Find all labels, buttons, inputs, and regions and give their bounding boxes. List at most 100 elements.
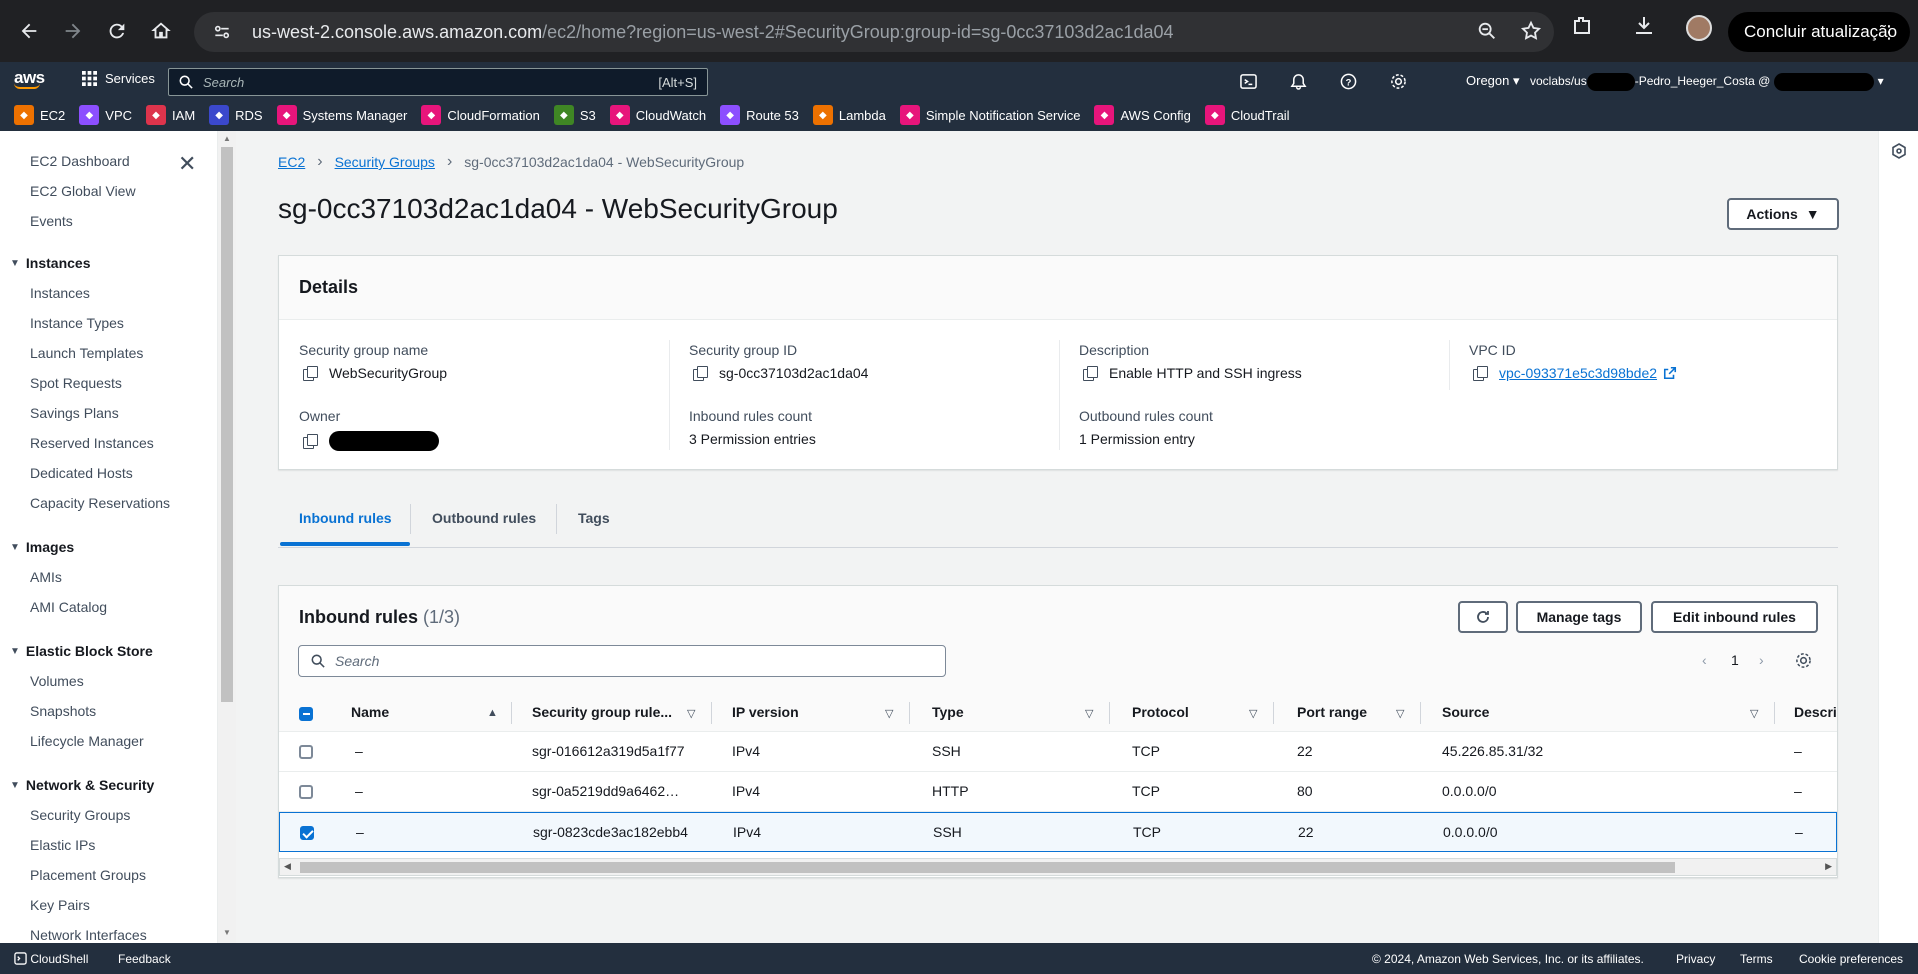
sidebar-item-dedicated-hosts[interactable]: Dedicated Hosts [30,465,133,481]
row-checkbox[interactable] [300,826,314,840]
sort-icon[interactable]: ▽ [885,707,893,720]
site-info-icon[interactable] [210,20,234,44]
favorite-s3[interactable]: ◆ S3 [553,105,596,125]
address-bar[interactable]: us-west-2.console.aws.amazon.com/ec2/hom… [194,12,1554,52]
favorite-route-53[interactable]: ◆ Route 53 [720,105,799,125]
sidebar-section-images[interactable]: ▼ Images [10,539,74,555]
bookmark-star-icon[interactable] [1520,20,1542,45]
sidebar-item-spot-requests[interactable]: Spot Requests [30,375,122,391]
profile-avatar[interactable] [1686,14,1712,41]
rules-search-input[interactable]: Search [298,645,946,677]
sort-icon[interactable]: ▽ [1249,707,1257,720]
sidebar-item-snapshots[interactable]: Snapshots [30,703,96,719]
sort-icon[interactable]: ▽ [1396,707,1404,720]
sidebar-section-instances[interactable]: ▼ Instances [10,255,91,271]
favorite-cloudformation[interactable]: ◆ CloudFormation [421,105,540,125]
refresh-button[interactable] [1458,601,1508,633]
external-link-icon[interactable] [1663,366,1677,380]
table-row[interactable]: – sgr-0823cde3ac182ebb4 IPv4 SSH TCP 22 0.0.0.… [279,812,1837,852]
next-page-icon[interactable]: › [1759,652,1764,668]
sidebar-item-lifecycle-manager[interactable]: Lifecycle Manager [30,733,144,749]
sidebar-item-ami-catalog[interactable]: AMI Catalog [30,599,107,615]
scroll-left-icon[interactable]: ◀ [284,861,291,872]
column-port-range[interactable]: Port range [1297,704,1367,720]
downloads-icon[interactable] [1632,14,1656,41]
vpc-id-link[interactable]: vpc-093371e5c3d98bde2 [1499,365,1657,381]
info-panel-icon[interactable] [1891,143,1907,159]
sidebar-scrollbar[interactable]: ▲ ▼ [218,131,236,943]
scroll-up-icon[interactable]: ▲ [223,134,231,143]
actions-button[interactable]: Actions ▼ [1727,198,1839,230]
sidebar-item-capacity-reservations[interactable]: Capacity Reservations [30,495,170,511]
home-icon[interactable] [144,14,178,48]
back-icon[interactable] [12,14,46,48]
scroll-down-icon[interactable]: ▼ [223,928,231,937]
column-name[interactable]: Name [351,704,389,720]
cloudshell-footer-link[interactable]: CloudShell [14,952,88,966]
sidebar-item-volumes[interactable]: Volumes [30,673,84,689]
sort-icon[interactable]: ▽ [1750,707,1758,720]
sort-icon[interactable]: ▽ [1085,707,1093,720]
favorite-cloudwatch[interactable]: ◆ CloudWatch [609,105,706,125]
close-icon[interactable]: ✕ [178,151,196,177]
sidebar-item-key-pairs[interactable]: Key Pairs [30,897,90,913]
copy-icon[interactable] [303,366,318,381]
extensions-icon[interactable] [1570,14,1594,41]
sidebar-item-elastic-ips[interactable]: Elastic IPs [30,837,95,853]
row-checkbox[interactable] [299,745,313,759]
sort-icon[interactable]: ▽ [687,707,695,720]
row-checkbox[interactable] [299,785,313,799]
sidebar-item-ec2-dashboard[interactable]: EC2 Dashboard [30,153,130,169]
sidebar-item-instances[interactable]: Instances [30,285,90,301]
sidebar-item-amis[interactable]: AMIs [30,569,62,585]
sidebar-item-reserved-instances[interactable]: Reserved Instances [30,435,154,451]
tab-tags[interactable]: Tags [578,510,610,526]
cloudshell-icon[interactable] [1238,71,1258,91]
scroll-right-icon[interactable]: ▶ [1825,861,1832,872]
region-selector[interactable]: Oregon ▾ [1466,73,1520,89]
table-settings-gear-icon[interactable] [1795,652,1812,672]
copy-icon[interactable] [1083,366,1098,381]
edit-inbound-rules-button[interactable]: Edit inbound rules [1651,601,1818,633]
column-rule-id[interactable]: Security group rule... [532,704,672,720]
aws-search-input[interactable]: Search [Alt+S] [168,68,708,96]
privacy-link[interactable]: Privacy [1676,952,1715,966]
sidebar-item-security-groups[interactable]: Security Groups [30,807,130,823]
cookie-preferences-link[interactable]: Cookie preferences [1799,952,1903,966]
favorite-systems-manager[interactable]: ◆ Systems Manager [276,105,407,125]
sidebar-item-savings-plans[interactable]: Savings Plans [30,405,119,421]
favorite-lambda[interactable]: ◆ Lambda [812,105,886,125]
tab-outbound-rules[interactable]: Outbound rules [432,510,536,526]
column-source[interactable]: Source [1442,704,1489,720]
sidebar-section-network-security[interactable]: ▼ Network & Security [10,777,154,793]
favorite-rds[interactable]: ◆ RDS [209,105,263,125]
select-all-checkbox[interactable] [299,707,313,721]
prev-page-icon[interactable]: ‹ [1702,652,1707,668]
sidebar-item-events[interactable]: Events [30,213,73,229]
settings-gear-icon[interactable] [1388,71,1408,91]
table-row[interactable]: – sgr-0a5219dd9a6462… IPv4 HTTP TCP 80 0.0.0.0… [279,772,1837,812]
breadcrumb-security-groups[interactable]: Security Groups [335,154,435,170]
favorite-aws-config[interactable]: ◆ AWS Config [1094,105,1191,125]
zoom-icon[interactable] [1476,20,1498,45]
copy-icon[interactable] [693,366,708,381]
favorite-cloudtrail[interactable]: ◆ CloudTrail [1204,105,1290,125]
copy-icon[interactable] [303,434,318,449]
feedback-link[interactable]: Feedback [118,952,171,966]
sidebar-item-placement-groups[interactable]: Placement Groups [30,867,146,883]
breadcrumb-ec2[interactable]: EC2 [278,154,305,170]
page-number[interactable]: 1 [1731,652,1739,668]
favorite-vpc[interactable]: ◆ VPC [79,105,132,125]
table-row[interactable]: – sgr-016612a319d5a1f77 IPv4 SSH TCP 22 45.226… [279,732,1837,772]
column-protocol[interactable]: Protocol [1132,704,1189,720]
sidebar-item-launch-templates[interactable]: Launch Templates [30,345,143,361]
sidebar-item-ec2-global-view[interactable]: EC2 Global View [30,183,136,199]
help-icon[interactable]: ? [1338,71,1358,91]
column-type[interactable]: Type [932,704,964,720]
aws-logo[interactable]: aws [14,68,45,89]
sort-asc-icon[interactable]: ▲ [487,707,498,719]
update-button[interactable]: Concluir atualização ⋮ [1728,12,1910,52]
copy-icon[interactable] [1473,366,1488,381]
sidebar-item-instance-types[interactable]: Instance Types [30,315,124,331]
forward-icon[interactable] [56,14,90,48]
